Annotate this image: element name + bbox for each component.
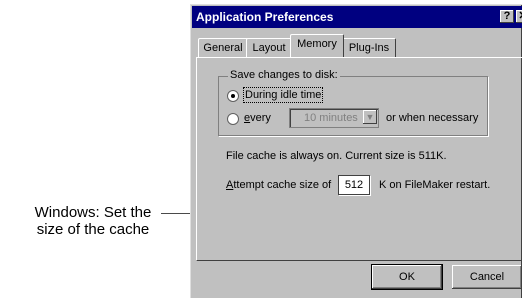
cache-status-text: File cache is always on. Current size is… [226,150,447,162]
tab-memory[interactable]: Memory [290,34,344,57]
save-changes-label: Save changes to disk: [228,68,340,82]
callout-line-2: size of the cache [36,221,150,238]
cache-size-input[interactable]: 512 [338,175,370,195]
every-rest: very [250,112,271,124]
chevron-down-icon[interactable]: ▼ [363,110,377,124]
cache-size-suffix: K on FileMaker restart. [379,179,491,191]
attempt-cache-label: Attempt cache size of [226,178,331,192]
tab-plug-ins[interactable]: Plug-Ins [342,38,396,57]
tab-layout[interactable]: Layout [246,38,292,57]
save-interval-select[interactable]: 10 minutes ▼ [289,108,379,128]
every-interval-radio[interactable] [227,113,239,125]
ok-button[interactable]: OK [371,264,443,290]
callout-line-1: Windows: Set the [34,204,152,221]
tab-general[interactable]: General [198,38,248,57]
callout-caption: Windows: Set the size of the cache [18,204,168,238]
idle-time-radio[interactable] [227,90,239,102]
when-necessary-label: or when necessary [386,112,479,124]
cancel-button[interactable]: Cancel [452,265,522,289]
save-interval-value: 10 minutes [304,112,358,124]
idle-time-label[interactable]: During idle time [242,87,324,103]
every-interval-label[interactable]: every [244,111,271,125]
attempt-rest: ttempt cache size of [233,179,332,191]
